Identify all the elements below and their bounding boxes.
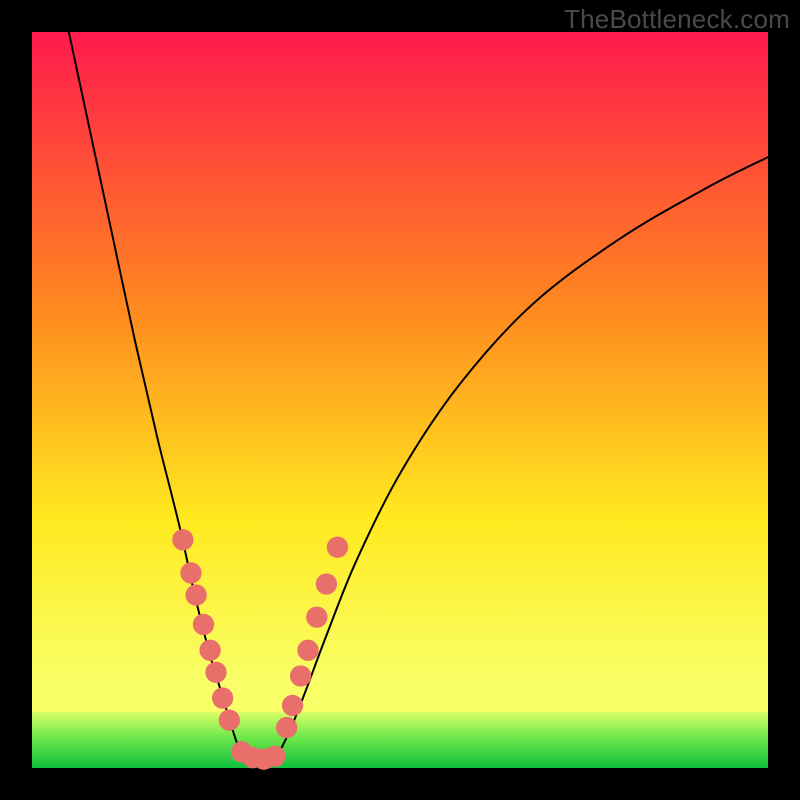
dot-right — [306, 606, 327, 627]
dot-right — [290, 665, 311, 686]
plot-area — [32, 32, 768, 768]
outer-frame: TheBottleneck.com — [0, 0, 800, 800]
curve-right-curve — [275, 157, 768, 761]
dot-right — [316, 573, 337, 594]
dot-left — [172, 529, 193, 550]
watermark-text: TheBottleneck.com — [564, 4, 790, 35]
dot-right — [276, 717, 297, 738]
dot-left — [205, 662, 226, 683]
chart-svg — [32, 32, 768, 768]
dot-right — [282, 695, 303, 716]
dot-left — [199, 640, 220, 661]
dot-left — [219, 709, 240, 730]
curve-group — [69, 32, 768, 767]
dot-right — [327, 537, 348, 558]
dot-bottom — [264, 746, 285, 767]
dot-left — [212, 687, 233, 708]
dot-left — [180, 562, 201, 583]
dot-left — [185, 584, 206, 605]
dot-right — [297, 640, 318, 661]
dot-left — [193, 614, 214, 635]
